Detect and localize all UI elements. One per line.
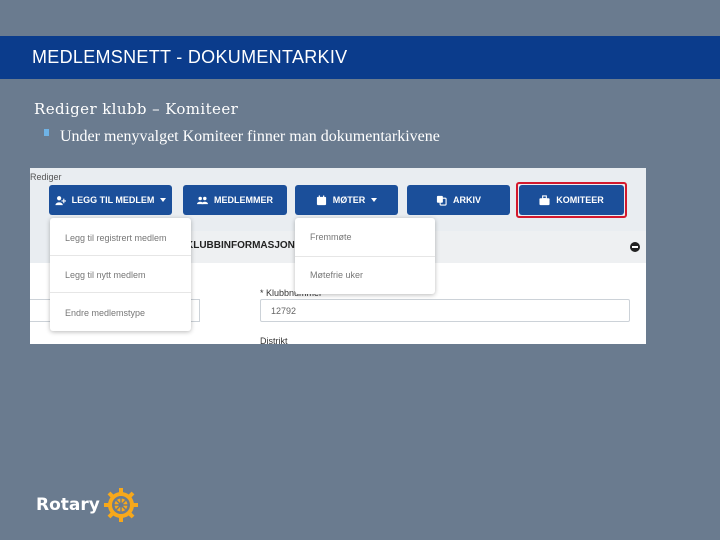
menu-item-change-member-type[interactable]: Endre medlemstype [65, 308, 145, 318]
collapse-icon[interactable] [630, 242, 640, 252]
users-icon [197, 196, 208, 204]
archive-button[interactable]: ARKIV [407, 185, 510, 215]
archive-label: ARKIV [452, 195, 481, 205]
calendar-icon [316, 194, 326, 205]
members-button[interactable]: MEDLEMMER [183, 185, 287, 215]
club-number-input[interactable]: 12792 [260, 299, 630, 322]
slide-title: MEDLEMSNETT - DOKUMENTARKIV [32, 47, 348, 67]
menu-item-add-new-member[interactable]: Legg til nytt medlem [65, 270, 146, 280]
copy-icon [436, 195, 447, 206]
menu-divider [50, 255, 191, 256]
add-member-label: LEGG TIL MEDLEM [71, 195, 155, 205]
breadcrumb: Rediger [30, 172, 62, 182]
add-member-button[interactable]: LEGG TIL MEDLEM [49, 185, 172, 215]
menu-divider [295, 256, 435, 257]
meetings-label: MØTER [332, 195, 366, 205]
meetings-dropdown: Fremmøte Møtefrie uker [295, 218, 435, 294]
menu-item-add-registered-member[interactable]: Legg til registrert medlem [65, 233, 167, 243]
chevron-down-icon [371, 198, 378, 202]
meetings-button[interactable]: MØTER [295, 185, 398, 215]
bullet-text: Under menyvalget Komiteer finner man dok… [60, 128, 440, 145]
add-member-dropdown: Legg til registrert medlem Legg til nytt… [50, 218, 191, 331]
rotary-logo-text: Rotary [36, 495, 100, 515]
rotary-wheel-icon [103, 488, 138, 522]
bullet-item: Under menyvalget Komiteer finner man dok… [44, 128, 440, 146]
section-title: KLUBBINFORMASJON [186, 240, 295, 251]
bullet-marker [44, 129, 49, 136]
menu-item-meeting-free-weeks[interactable]: Møtefrie uker [310, 270, 363, 280]
slide-subtitle: Rediger klubb – Komiteer [34, 100, 239, 118]
rotary-logo: Rotary [36, 487, 139, 523]
menu-divider [50, 292, 191, 293]
committee-highlight-box [516, 182, 627, 218]
add-user-icon [55, 195, 66, 205]
members-label: MEDLEMMER [214, 195, 273, 205]
chevron-down-icon [160, 198, 167, 202]
embedded-screenshot: Rediger KLUBBINFORMASJON * Klubbnummer 1… [30, 168, 646, 344]
slide-title-bar: MEDLEMSNETT - DOKUMENTARKIV [0, 36, 720, 79]
menu-item-attendance[interactable]: Fremmøte [310, 232, 352, 242]
district-label: Distrikt [260, 336, 288, 344]
